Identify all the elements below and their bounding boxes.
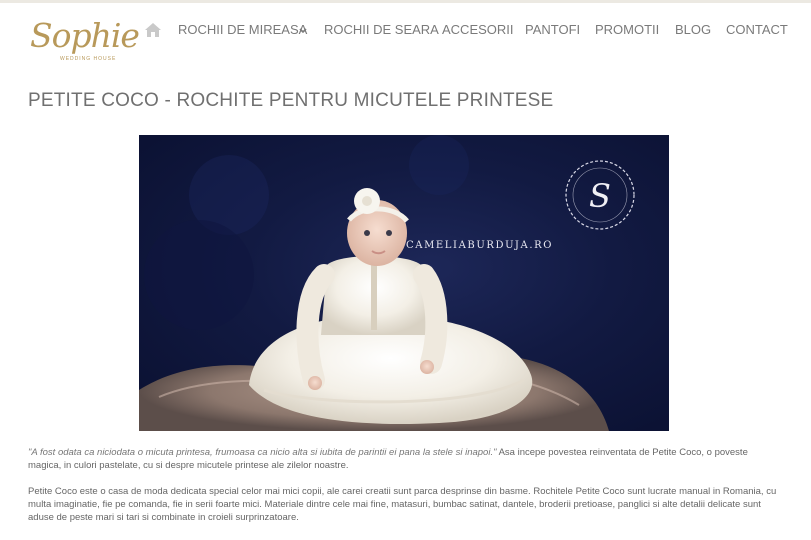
- hero-illustration: S: [139, 135, 635, 431]
- chevron-down-icon[interactable]: [298, 20, 308, 40]
- nav-item-rochii-de-mireasa[interactable]: ROCHII DE MIREASA: [178, 18, 307, 42]
- article-intro-paragraph: "A fost odata ca niciodata o micuta prin…: [28, 446, 783, 472]
- nav-item-blog[interactable]: BLOG: [675, 18, 711, 42]
- nav-item-rochii-de-seara[interactable]: ROCHII DE SEARA: [324, 18, 439, 42]
- nav-item-promotii[interactable]: PROMOTII: [595, 18, 659, 42]
- brand-logo[interactable]: Sophie WEDDING HOUSE: [30, 12, 140, 74]
- top-border: [0, 0, 811, 3]
- page-title: PETITE COCO - ROCHITE PENTRU MICUTELE PR…: [28, 90, 554, 111]
- nav-item-pantofi[interactable]: PANTOFI: [525, 18, 580, 42]
- hero-photo: S CAMELIABURDUJA.RO: [139, 135, 669, 431]
- watermark-monogram: S: [589, 177, 611, 215]
- home-icon[interactable]: [144, 21, 162, 39]
- article-intro-quote: "A fost odata ca niciodata o micuta prin…: [28, 447, 497, 458]
- nav-item-accesorii[interactable]: ACCESORII: [442, 18, 514, 42]
- photo-watermark: CAMELIABURDUJA.RO: [406, 240, 554, 251]
- article-body-paragraph: Petite Coco este o casa de moda dedicata…: [28, 486, 777, 523]
- nav-item-contact[interactable]: CONTACT: [726, 18, 788, 42]
- brand-name: Sophie: [30, 16, 140, 55]
- brand-tagline: WEDDING HOUSE: [60, 56, 117, 62]
